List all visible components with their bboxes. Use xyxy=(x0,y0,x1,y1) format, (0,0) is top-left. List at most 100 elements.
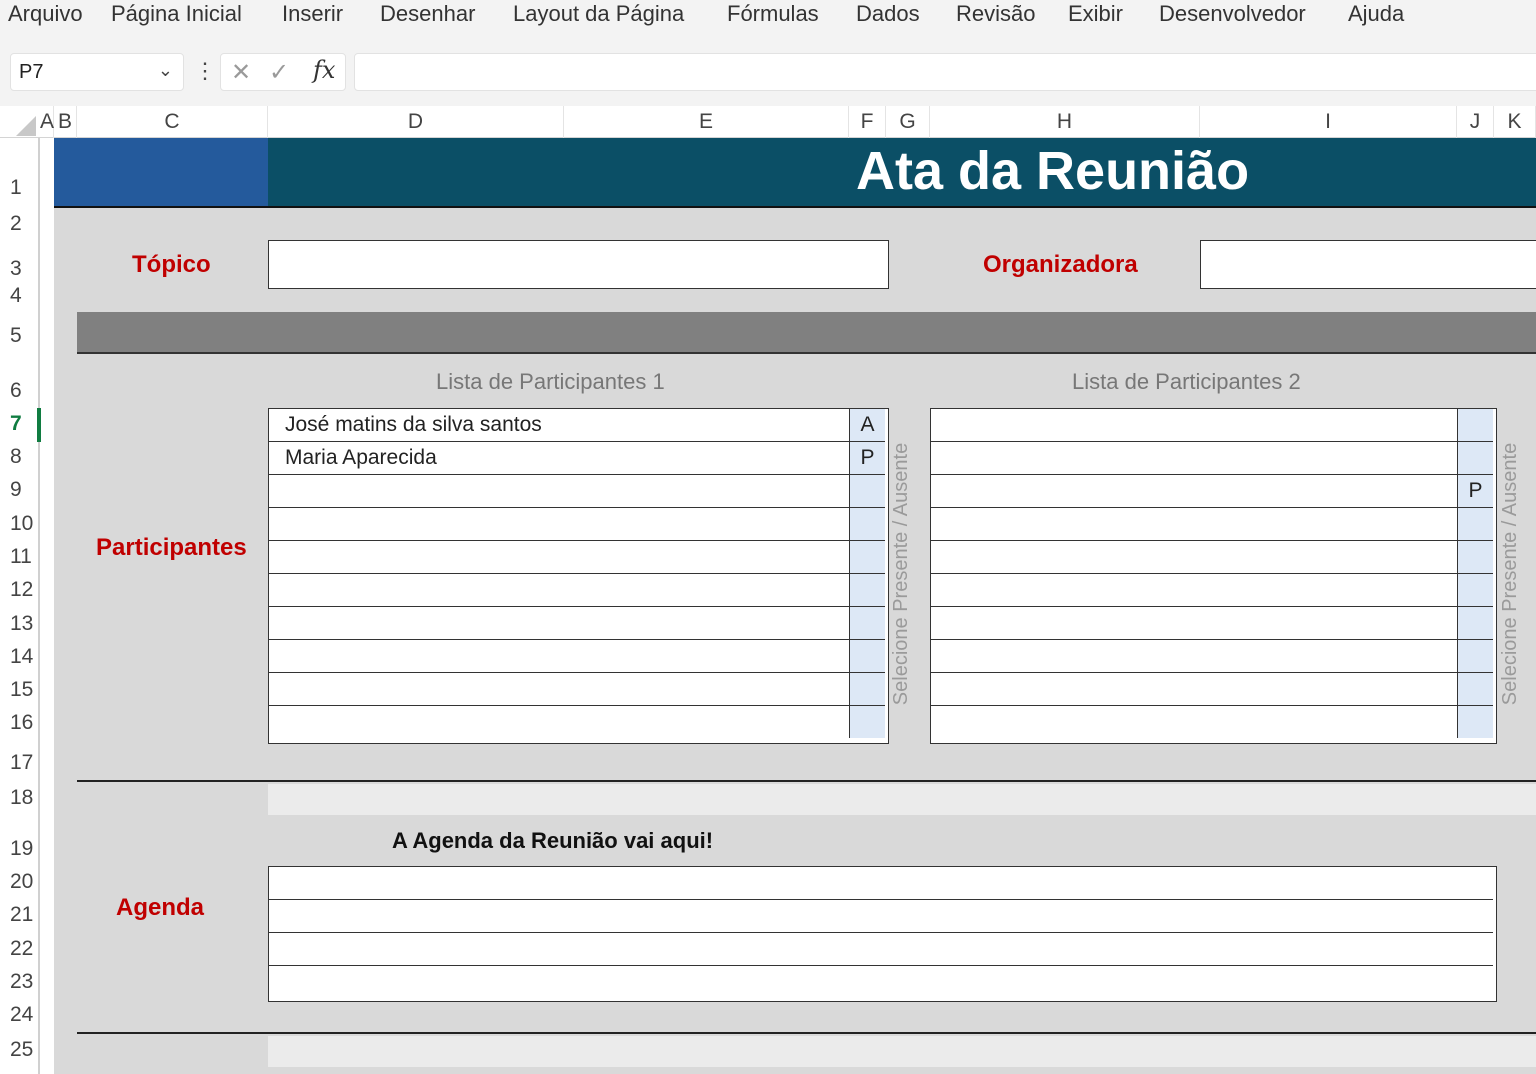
attendance-status-cell[interactable] xyxy=(1457,607,1493,639)
list-1-row[interactable] xyxy=(269,640,885,673)
list-2-row[interactable] xyxy=(931,607,1493,640)
row-header-7[interactable]: 7 xyxy=(0,412,38,436)
participant-name-cell[interactable] xyxy=(269,706,849,738)
agenda-row[interactable] xyxy=(269,900,1493,933)
organizer-input[interactable] xyxy=(1200,240,1536,289)
column-header-k[interactable]: K xyxy=(1494,106,1536,138)
column-header-g[interactable]: G xyxy=(886,106,930,138)
column-header-h[interactable]: H xyxy=(930,106,1200,138)
row-header-23[interactable]: 23 xyxy=(0,970,38,994)
participant-name-cell[interactable] xyxy=(269,607,849,639)
menu-exibir[interactable]: Exibir xyxy=(1068,0,1123,28)
attendance-status-cell[interactable] xyxy=(1457,442,1493,474)
column-header-e[interactable]: E xyxy=(564,106,849,138)
insert-function-icon[interactable]: fx xyxy=(313,56,335,84)
participant-name-cell[interactable] xyxy=(931,508,1457,540)
attendance-status-cell[interactable]: P xyxy=(849,442,885,474)
participant-name-cell[interactable]: José matins da silva santos xyxy=(269,409,849,441)
row-header-25[interactable]: 25 xyxy=(0,1038,38,1062)
agenda-row[interactable] xyxy=(269,867,1493,900)
attendance-status-cell[interactable] xyxy=(849,574,885,606)
menu-pagina-inicial[interactable]: Página Inicial xyxy=(111,0,242,28)
participant-name-cell[interactable] xyxy=(931,640,1457,672)
attendance-status-cell[interactable] xyxy=(849,706,885,738)
menu-layout-da-pagina[interactable]: Layout da Página xyxy=(513,0,684,28)
menu-desenhar[interactable]: Desenhar xyxy=(380,0,475,28)
attendance-status-cell[interactable] xyxy=(1457,508,1493,540)
chevron-down-icon[interactable]: ⌄ xyxy=(158,60,173,81)
column-header-b[interactable]: B xyxy=(54,106,77,138)
more-options-icon[interactable]: ⋮ xyxy=(194,58,216,84)
participant-name-cell[interactable] xyxy=(931,574,1457,606)
row-header-16[interactable]: 16 xyxy=(0,711,38,735)
row-header-6[interactable]: 6 xyxy=(0,379,38,403)
attendance-status-cell[interactable] xyxy=(849,541,885,573)
list-1-row[interactable] xyxy=(269,541,885,574)
row-header-19[interactable]: 19 xyxy=(0,837,38,861)
menu-formulas[interactable]: Fórmulas xyxy=(727,0,819,28)
menu-ajuda[interactable]: Ajuda xyxy=(1348,0,1404,28)
menu-arquivo[interactable]: Arquivo xyxy=(8,0,83,28)
list-1-row[interactable]: José matins da silva santos A xyxy=(269,409,885,442)
column-header-f[interactable]: F xyxy=(849,106,886,138)
row-header-18[interactable]: 18 xyxy=(0,786,38,810)
row-header-5[interactable]: 5 xyxy=(0,324,38,348)
list-2-row[interactable] xyxy=(931,541,1493,574)
attendance-status-cell[interactable] xyxy=(1457,640,1493,672)
list-1-row[interactable] xyxy=(269,673,885,706)
participant-name-cell[interactable] xyxy=(269,574,849,606)
column-header-i[interactable]: I xyxy=(1200,106,1457,138)
participant-name-cell[interactable] xyxy=(931,442,1457,474)
row-header-20[interactable]: 20 xyxy=(0,870,38,894)
list-1-row[interactable]: Maria Aparecida P xyxy=(269,442,885,475)
row-header-1[interactable]: 1 xyxy=(0,176,38,200)
row-header-13[interactable]: 13 xyxy=(0,612,38,636)
topic-input[interactable] xyxy=(268,240,889,289)
attendance-status-cell[interactable]: A xyxy=(849,409,885,441)
select-all-corner[interactable] xyxy=(16,116,36,136)
participant-name-cell[interactable] xyxy=(931,673,1457,705)
row-header-21[interactable]: 21 xyxy=(0,903,38,927)
participant-name-cell[interactable] xyxy=(269,508,849,540)
list-1-row[interactable] xyxy=(269,475,885,508)
attendance-status-cell[interactable] xyxy=(1457,574,1493,606)
row-header-24[interactable]: 24 xyxy=(0,1003,38,1027)
list-2-row[interactable] xyxy=(931,706,1493,739)
list-1-row[interactable] xyxy=(269,607,885,640)
menu-desenvolvedor[interactable]: Desenvolvedor xyxy=(1159,0,1306,28)
row-header-17[interactable]: 17 xyxy=(0,751,38,775)
list-2-row[interactable] xyxy=(931,640,1493,673)
row-header-8[interactable]: 8 xyxy=(0,445,38,469)
agenda-row[interactable] xyxy=(269,933,1493,966)
menu-revisao[interactable]: Revisão xyxy=(956,0,1035,28)
row-header-4[interactable]: 4 xyxy=(0,284,38,308)
attendance-status-cell[interactable] xyxy=(1457,673,1493,705)
cancel-icon[interactable]: ✕ xyxy=(231,58,251,87)
attendance-status-cell[interactable] xyxy=(849,475,885,507)
list-2-row[interactable] xyxy=(931,442,1493,475)
participant-name-cell[interactable] xyxy=(931,475,1457,507)
attendance-status-cell[interactable] xyxy=(1457,409,1493,441)
row-header-11[interactable]: 11 xyxy=(0,545,38,569)
menu-dados[interactable]: Dados xyxy=(856,0,920,28)
row-header-9[interactable]: 9 xyxy=(0,478,38,502)
formula-input[interactable] xyxy=(354,53,1536,91)
row-header-22[interactable]: 22 xyxy=(0,937,38,961)
list-2-row[interactable]: P xyxy=(931,475,1493,508)
participant-name-cell[interactable] xyxy=(269,475,849,507)
participant-name-cell[interactable]: Maria Aparecida xyxy=(269,442,849,474)
list-2-row[interactable] xyxy=(931,574,1493,607)
column-header-d[interactable]: D xyxy=(268,106,564,138)
column-header-a[interactable]: A xyxy=(40,106,54,138)
list-2-row[interactable] xyxy=(931,508,1493,541)
participant-name-cell[interactable] xyxy=(269,673,849,705)
attendance-status-cell[interactable]: P xyxy=(1457,475,1493,507)
name-box[interactable]: P7 ⌄ xyxy=(10,53,184,91)
agenda-row[interactable] xyxy=(269,966,1493,999)
participant-name-cell[interactable] xyxy=(269,640,849,672)
attendance-status-cell[interactable] xyxy=(849,607,885,639)
participant-name-cell[interactable] xyxy=(931,409,1457,441)
row-header-2[interactable]: 2 xyxy=(0,212,38,236)
list-2-row[interactable] xyxy=(931,673,1493,706)
list-2-row[interactable] xyxy=(931,409,1493,442)
